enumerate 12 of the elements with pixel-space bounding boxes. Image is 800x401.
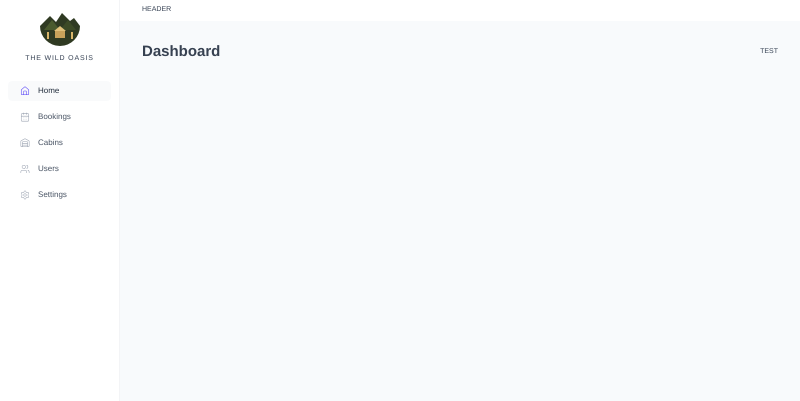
logo-drawing (38, 12, 82, 46)
nav-item[interactable]: Settings (8, 184, 111, 204)
nav-item[interactable]: Users (8, 158, 111, 178)
settings-icon (20, 190, 30, 200)
building-icon (20, 138, 30, 148)
users-icon (20, 164, 30, 174)
page-title: Dashboard (142, 42, 220, 62)
nav-item[interactable]: Home (8, 80, 111, 100)
nav-item[interactable]: Bookings (8, 106, 111, 126)
calendar-icon (20, 112, 30, 122)
house-icon (20, 86, 30, 96)
nav-item[interactable]: Cabins (8, 132, 111, 152)
